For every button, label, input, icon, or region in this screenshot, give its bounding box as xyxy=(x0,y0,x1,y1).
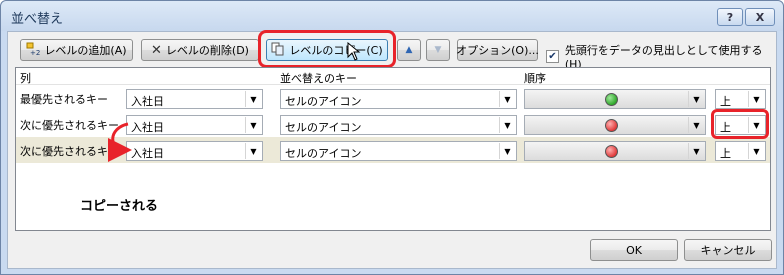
chevron-down-icon[interactable]: ▼ xyxy=(688,91,704,107)
dialog-body: +2 レベルの追加(A) ✕ レベルの削除(D) レベルのコピー(C) ▲ ▼ … xyxy=(7,30,777,269)
chevron-down-icon[interactable]: ▼ xyxy=(688,143,704,159)
chevron-down-icon[interactable]: ▼ xyxy=(499,91,515,107)
sort-on-select[interactable]: セルのアイコン ▼ xyxy=(280,89,517,109)
sort-on-value: セルのアイコン xyxy=(285,121,362,134)
move-up-button[interactable]: ▲ xyxy=(397,39,421,61)
sort-on-value: セルのアイコン xyxy=(285,147,362,160)
copy-arrow-icon xyxy=(107,122,132,162)
ok-button[interactable]: OK xyxy=(590,239,678,261)
sort-on-header: 並べ替えのキー xyxy=(280,72,357,85)
direction-select[interactable]: 上 ▼ xyxy=(715,141,766,161)
help-button[interactable]: ? xyxy=(717,8,743,26)
sort-on-value: セルのアイコン xyxy=(285,95,362,108)
direction-select[interactable]: 上 ▼ xyxy=(715,89,766,109)
order-icon-select[interactable]: ▼ xyxy=(524,89,706,109)
header-row-checkbox[interactable]: ✔ xyxy=(546,50,559,63)
options-button[interactable]: オプション(O)... xyxy=(456,39,539,61)
copy-button-highlight xyxy=(258,30,396,68)
red-circle-icon xyxy=(605,145,618,158)
chevron-down-icon[interactable]: ▼ xyxy=(688,117,704,133)
arrow-up-icon: ▲ xyxy=(405,45,413,55)
cancel-button[interactable]: キャンセル xyxy=(684,239,772,261)
dialog-title: 並べ替え xyxy=(11,12,64,27)
mouse-cursor-icon xyxy=(347,42,361,61)
order-header: 順序 xyxy=(524,72,546,85)
chevron-down-icon[interactable]: ▼ xyxy=(499,117,515,133)
order-icon-select[interactable]: ▼ xyxy=(524,141,706,161)
sort-on-select[interactable]: セルのアイコン ▼ xyxy=(280,115,517,135)
chevron-down-icon[interactable]: ▼ xyxy=(748,91,764,107)
chevron-down-icon[interactable]: ▼ xyxy=(245,117,261,133)
sort-dialog: 並べ替え ? X +2 レベルの追加(A) ✕ レベルの削除(D) レベルのコピ… xyxy=(0,0,784,275)
chevron-down-icon[interactable]: ▼ xyxy=(245,143,261,159)
annotation-copied: コピーされる xyxy=(80,199,159,214)
direction-highlight xyxy=(711,109,769,139)
order-icon-select[interactable]: ▼ xyxy=(524,115,706,135)
chevron-down-icon[interactable]: ▼ xyxy=(748,143,764,159)
arrow-down-icon: ▼ xyxy=(434,45,442,55)
move-down-button[interactable]: ▼ xyxy=(426,39,450,61)
chevron-down-icon[interactable]: ▼ xyxy=(499,143,515,159)
green-circle-icon xyxy=(605,93,618,106)
sort-on-select[interactable]: セルのアイコン ▼ xyxy=(280,141,517,161)
chevron-down-icon[interactable]: ▼ xyxy=(245,91,261,107)
direction-value: 上 xyxy=(720,147,731,160)
red-circle-icon xyxy=(605,119,618,132)
direction-value: 上 xyxy=(720,95,731,108)
title-bar[interactable]: 並べ替え ? X xyxy=(1,1,783,31)
close-button[interactable]: X xyxy=(745,8,775,26)
